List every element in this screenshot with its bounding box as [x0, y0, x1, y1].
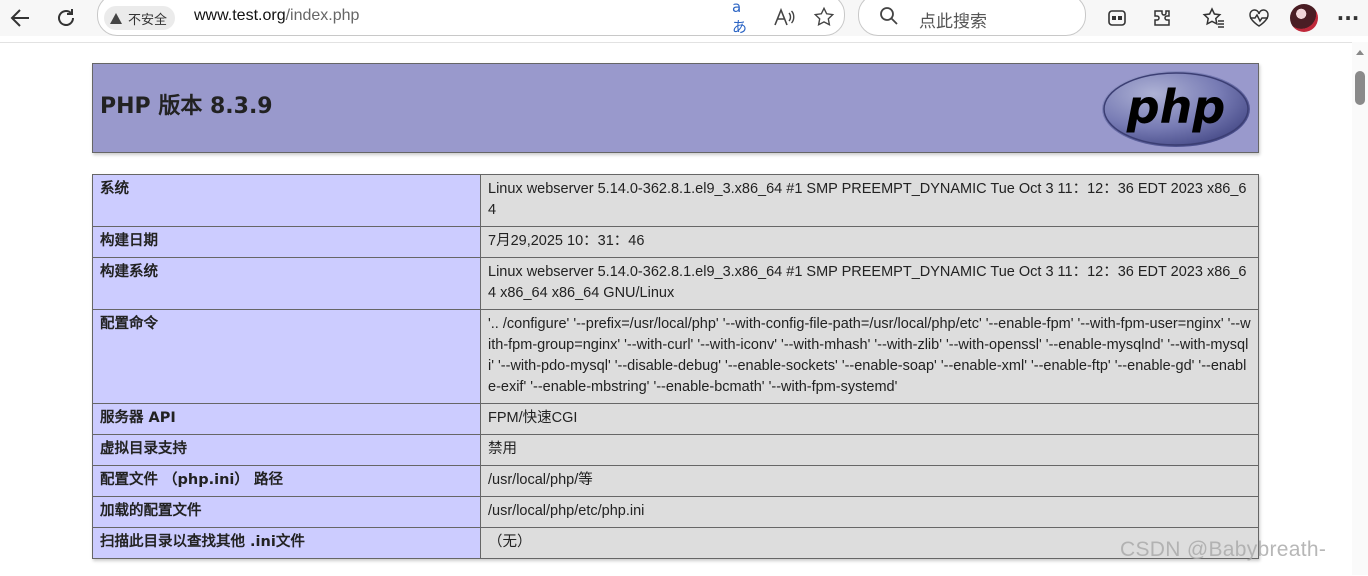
row-key: 加载的配置文件 [92, 496, 481, 528]
reload-icon[interactable] [52, 4, 80, 32]
favorites-icon[interactable] [1200, 4, 1228, 32]
row-key: 系统 [92, 174, 481, 227]
profile-avatar[interactable] [1290, 4, 1318, 32]
extensions-icon[interactable] [1148, 4, 1176, 32]
url-host: www.test.org [194, 7, 286, 24]
warning-icon [110, 12, 122, 24]
row-value: /usr/local/php/etc/php.ini [480, 496, 1259, 528]
favorite-star-icon[interactable] [812, 5, 836, 29]
table-row: 扫描此目录以查找其他 .ini文件 （无） [92, 527, 1259, 559]
search-placeholder: 点此搜索 [919, 12, 987, 32]
row-value: Linux webserver 5.14.0-362.8.1.el9_3.x86… [480, 257, 1259, 310]
search-icon [879, 6, 899, 30]
performance-icon[interactable] [1245, 4, 1273, 32]
row-value: '.. /configure' '--prefix=/usr/local/php… [480, 309, 1259, 404]
row-key: 扫描此目录以查找其他 .ini文件 [92, 527, 481, 559]
table-row: 构建系统 Linux webserver 5.14.0-362.8.1.el9_3… [92, 257, 1259, 310]
table-row: 虚拟目录支持 禁用 [92, 434, 1259, 466]
row-value: Linux webserver 5.14.0-362.8.1.el9_3.x86… [480, 174, 1259, 227]
back-arrow-icon[interactable] [6, 4, 34, 32]
row-value: 7月29,2025 10：31：46 [480, 226, 1259, 258]
php-logo-text: php [1126, 80, 1226, 134]
search-box[interactable]: 点此搜索 [858, 0, 1086, 36]
table-row: 加载的配置文件/usr/local/php/etc/php.ini [92, 496, 1259, 528]
row-key: 配置命令 [92, 309, 481, 404]
table-row: 系统 Linux webserver 5.14.0-362.8.1.el9_3.x… [92, 174, 1259, 227]
phpinfo-table: 系统 Linux webserver 5.14.0-362.8.1.el9_3.x… [92, 174, 1259, 559]
page-title: PHP 版本 8.3.9 [100, 94, 273, 119]
row-key: 虚拟目录支持 [92, 434, 481, 466]
watermark-text: CSDN @Babybreath- [1120, 538, 1327, 561]
row-key: 服务器 API [92, 403, 481, 435]
table-row: 构建日期 7月29,2025 10：31：46 [92, 226, 1259, 258]
scrollbar-thumb[interactable] [1355, 71, 1365, 105]
table-row: 配置文件 （php.ini） 路径/usr/local/php/等 [92, 465, 1259, 497]
scroll-up-arrow-icon[interactable] [1356, 50, 1364, 55]
browser-toolbar: 不安全 www.test.org/index.php aあ 点此搜索 ··· [0, 0, 1368, 36]
phpinfo-content: PHP 版本 8.3.9 php 系统 Linux webserver 5.14.… [92, 63, 1259, 559]
url-path: /index.php [285, 7, 360, 24]
row-key: 构建系统 [92, 257, 481, 310]
address-bar[interactable]: 不安全 www.test.org/index.php aあ [97, 0, 845, 36]
php-logo[interactable]: php [1100, 69, 1252, 153]
more-menu-icon[interactable]: ··· [1334, 4, 1362, 32]
row-value: FPM/快速CGI [480, 403, 1259, 435]
row-key: 配置文件 （php.ini） 路径 [92, 465, 481, 497]
row-value: /usr/local/php/等 [480, 465, 1259, 497]
row-key: 构建日期 [92, 226, 481, 258]
row-value: 禁用 [480, 434, 1259, 466]
url-text[interactable]: www.test.org/index.php [194, 7, 359, 25]
read-aloud-icon[interactable] [772, 5, 796, 29]
translate-icon[interactable]: aあ [732, 0, 756, 36]
vertical-scrollbar[interactable] [1352, 42, 1368, 575]
table-row: 服务器 API FPM/快速CGI [92, 403, 1259, 435]
collections-icon[interactable] [1103, 4, 1131, 32]
php-header: PHP 版本 8.3.9 php [92, 63, 1259, 153]
table-row: 配置命令 '.. /configure' '--prefix=/usr/local… [92, 309, 1259, 404]
security-label: 不安全 [128, 12, 168, 28]
security-indicator[interactable]: 不安全 [104, 6, 176, 30]
